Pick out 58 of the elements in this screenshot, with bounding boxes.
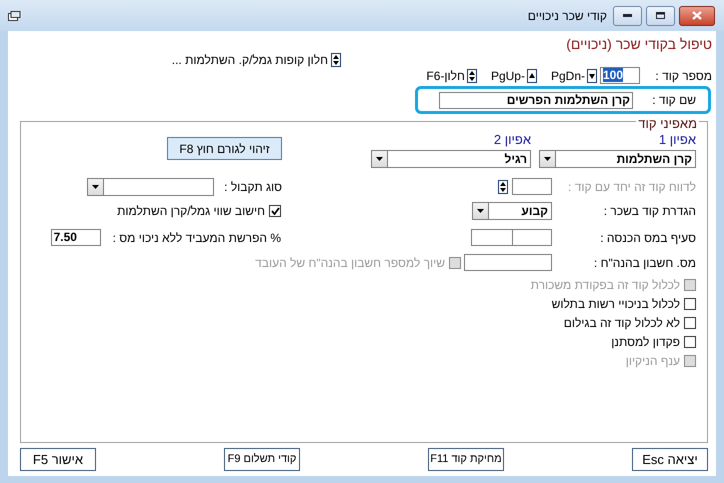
window-title: קודי שכר ניכויים: [528, 8, 607, 24]
spin-icon[interactable]: [466, 68, 477, 82]
checkbox-label: לכלול בניכויי רשות בתלוש: [552, 296, 680, 313]
field-label: שם קוד :: [651, 92, 696, 109]
field-label: מספר קוד :: [654, 68, 712, 84]
check-icon: [270, 206, 280, 214]
dropdown[interactable]: רגיל: [371, 150, 531, 168]
close-button[interactable]: [679, 6, 715, 26]
checkbox-label: לכלול קוד זה בפקודת משכורת: [530, 277, 680, 294]
field-label: % הפרשת המעביד ללא ניכוי מס :: [112, 230, 281, 246]
footer-button[interactable]: קודי תשלום F9: [224, 448, 300, 471]
footer-button[interactable]: אישור F5: [20, 448, 96, 471]
shortcut-label: -PgDn: [550, 68, 585, 84]
checkbox[interactable]: [684, 317, 696, 329]
field-label: סוג תקבול :: [224, 178, 282, 196]
code-name-field[interactable]: קרן השתלמות הפרשים: [439, 92, 633, 108]
field-label: מס. חשבון בהנה"ח :: [592, 254, 696, 272]
shortcut-label: -PgUp: [490, 68, 525, 84]
account-number-field[interactable]: [464, 254, 552, 271]
footer-button[interactable]: מחיקת קוד F11: [428, 448, 504, 471]
checkbox[interactable]: [269, 204, 281, 216]
caret-icon: [92, 184, 100, 188]
checkbox-label: פקדון למסתנן: [611, 334, 680, 351]
maximize-button[interactable]: [646, 6, 675, 26]
checkbox-label: ענף הניקיון: [626, 353, 680, 370]
field-label: סעיף במס הכנסה :: [599, 230, 696, 246]
dropdown[interactable]: קרן השתלמות: [539, 150, 696, 168]
checkbox-label: לא לכלול קוד זה בגילום: [564, 315, 680, 332]
dropdown[interactable]: [87, 178, 214, 196]
spin-icon[interactable]: [331, 53, 341, 67]
spin-icon[interactable]: [498, 180, 508, 194]
shortcut-label: חלון-F6: [426, 68, 465, 84]
code-field: [512, 178, 552, 195]
maximize-icon: [656, 12, 665, 19]
percent-field[interactable]: 7.50: [50, 229, 101, 246]
column-label: אפיון 1: [658, 131, 696, 149]
field-label: הגדרת קוד בשכר :: [602, 202, 696, 220]
close-icon: [692, 11, 702, 20]
tax-section-field[interactable]: [471, 229, 512, 246]
checkbox-label: שיוך למספר חשבון בהנה"ח של העובד: [255, 254, 445, 272]
tax-section-field[interactable]: [512, 229, 552, 246]
external-id-button[interactable]: זיהוי לגורם חוץ F8: [167, 137, 282, 160]
field-label: לדווח קוד זה יחד עם קוד :: [567, 178, 696, 196]
fund-window-link[interactable]: חלון קופות גמל/ק. השתלמות ...: [172, 51, 328, 69]
form-heading: טיפול בקודי שכר (ניכויים): [566, 36, 712, 53]
column-label: אפיון 2: [494, 131, 531, 149]
checkbox[interactable]: [684, 298, 696, 310]
minimize-button[interactable]: [613, 6, 642, 26]
caret-icon: [376, 156, 383, 160]
dropdown[interactable]: קבוע: [472, 202, 552, 220]
code-number-field[interactable]: 100: [600, 67, 640, 84]
minimize-icon: [623, 14, 632, 17]
checkbox-label: חישוב שווי גמל/קרן השתלמות: [117, 202, 265, 220]
footer-button[interactable]: יציאה Esc: [632, 448, 708, 471]
app-icon: [8, 10, 21, 20]
caret-icon: [477, 208, 484, 212]
checkbox[interactable]: [684, 336, 696, 348]
caret-icon: [544, 156, 551, 160]
